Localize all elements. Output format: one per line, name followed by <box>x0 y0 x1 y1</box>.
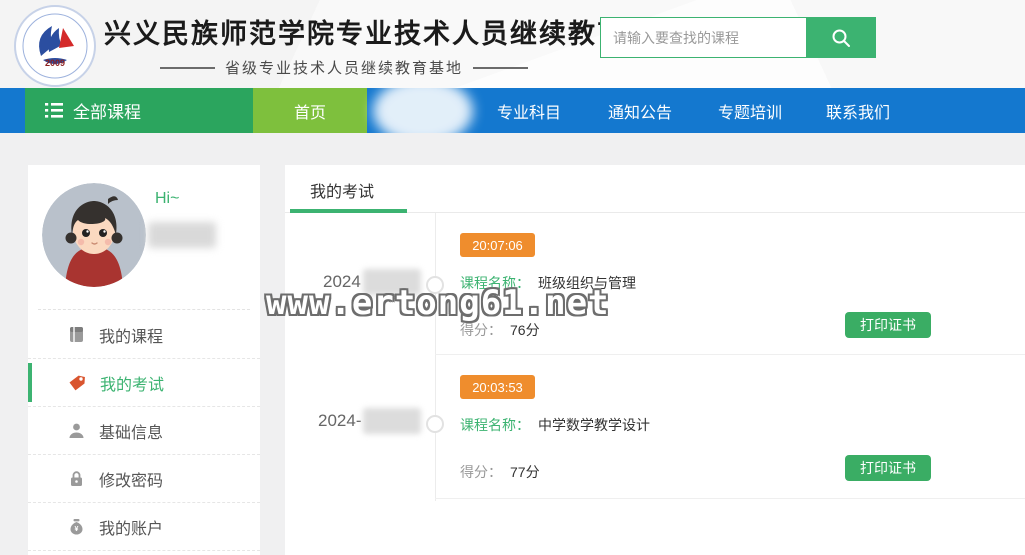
sidebar-item-label: 基础信息 <box>99 419 163 443</box>
nav-link-notices[interactable]: 通知公告 <box>608 88 672 133</box>
score-label: 得分： <box>460 322 502 338</box>
subtitle-dash-right <box>473 67 528 69</box>
exams-panel: 我的考试 2024 20:07:06 课程名称： 班级组织与管理 得分： 76分 打… <box>285 165 1025 555</box>
username-blurred <box>148 222 216 248</box>
nav-link-subjects[interactable]: 专业科目 <box>497 88 561 133</box>
score-value: 77分 <box>510 464 540 480</box>
greeting: Hi~ <box>155 190 179 208</box>
university-logo[interactable]: 2009 <box>13 4 97 88</box>
score-label: 得分： <box>460 464 502 480</box>
nav-item-blurred[interactable] <box>373 88 473 133</box>
user-icon <box>68 422 85 439</box>
date-blurred <box>363 408 421 434</box>
lock-icon <box>68 470 85 487</box>
search-button[interactable] <box>806 18 875 57</box>
site-subtitle-row: 省级专业技术人员继续教育基地 <box>104 57 584 78</box>
sidebar-item-my-courses[interactable]: 我的课程 <box>28 311 260 359</box>
site-header: 2009 兴义民族师范学院专业技术人员继续教育 省级专业技术人员继续教育基地 <box>0 0 1025 88</box>
exam-time-badge: 20:03:53 <box>460 375 535 399</box>
course-row: 课程名称： 班级组织与管理 <box>460 273 636 293</box>
timeline-dot <box>426 276 444 294</box>
site-title: 兴义民族师范学院专业技术人员继续教育 <box>104 12 584 51</box>
avatar-girl-icon <box>42 183 146 287</box>
course-name: 班级组织与管理 <box>538 275 636 291</box>
exam-divider <box>435 498 1025 499</box>
course-search <box>600 17 876 58</box>
score-row: 得分： 77分 <box>460 462 540 482</box>
sidebar-divider <box>38 309 250 310</box>
date-blurred <box>363 269 421 295</box>
svg-text:¥: ¥ <box>75 526 79 533</box>
nav-link-training[interactable]: 专题培训 <box>718 88 782 133</box>
timeline-dot <box>426 415 444 433</box>
course-name: 中学数学教学设计 <box>538 417 650 433</box>
score-row: 得分： 76分 <box>460 320 540 340</box>
subtitle-dash-left <box>160 67 215 69</box>
sidebar-item-label: 我的账户 <box>99 515 163 539</box>
exam-divider <box>435 354 1025 355</box>
print-certificate-button[interactable]: 打印证书 <box>845 455 931 481</box>
sidebar-item-basic-info[interactable]: 基础信息 <box>28 407 260 455</box>
avatar <box>42 183 146 287</box>
nav-link-contact[interactable]: 联系我们 <box>826 88 890 133</box>
exam-time-badge: 20:07:06 <box>460 233 535 257</box>
course-name-label: 课程名称： <box>460 275 530 291</box>
page: 2009 兴义民族师范学院专业技术人员继续教育 省级专业技术人员继续教育基地 <box>0 0 1025 555</box>
course-name-label: 课程名称： <box>460 417 530 433</box>
tab-row: 我的考试 <box>285 165 1025 213</box>
tab-my-exams[interactable]: 我的考试 <box>310 178 374 202</box>
course-row: 课程名称： 中学数学教学设计 <box>460 415 650 435</box>
nav-all-courses[interactable]: 全部课程 <box>25 88 253 133</box>
brand-block: 兴义民族师范学院专业技术人员继续教育 省级专业技术人员继续教育基地 <box>104 12 584 78</box>
exam-date: 2024- <box>318 408 421 434</box>
search-input[interactable] <box>601 18 806 57</box>
sidebar-menu: 我的课程 我的考试 基础信息 <box>28 311 260 551</box>
book-icon <box>68 326 85 343</box>
logo-seal-icon: 2009 <box>13 4 97 88</box>
sidebar-item-change-password[interactable]: 修改密码 <box>28 455 260 503</box>
moneybag-icon: ¥ <box>68 518 85 535</box>
main-nav: 全部课程 首页 专业科目 通知公告 专题培训 联系我们 <box>0 88 1025 133</box>
print-certificate-button[interactable]: 打印证书 <box>845 312 931 338</box>
nav-all-courses-label: 全部课程 <box>73 98 141 123</box>
sidebar-item-label: 修改密码 <box>99 467 163 491</box>
timeline-line <box>435 213 436 501</box>
sidebar-item-label: 我的考试 <box>100 371 164 395</box>
search-icon <box>830 27 852 49</box>
tag-icon <box>68 374 86 392</box>
sidebar-item-my-account[interactable]: ¥ 我的账户 <box>28 503 260 551</box>
svg-text:2009: 2009 <box>45 58 65 68</box>
sidebar: Hi~ 我的课程 我的考试 <box>28 165 260 555</box>
site-subtitle: 省级专业技术人员继续教育基地 <box>225 57 463 78</box>
list-menu-icon <box>45 103 63 118</box>
exam-date: 2024 <box>323 269 421 295</box>
tab-active-underline <box>290 209 407 213</box>
nav-home[interactable]: 首页 <box>253 88 367 133</box>
sidebar-item-label: 我的课程 <box>99 323 163 347</box>
score-value: 76分 <box>510 322 540 338</box>
sidebar-item-my-exams[interactable]: 我的考试 <box>28 359 260 407</box>
content-area: Hi~ 我的课程 我的考试 <box>0 133 1025 555</box>
